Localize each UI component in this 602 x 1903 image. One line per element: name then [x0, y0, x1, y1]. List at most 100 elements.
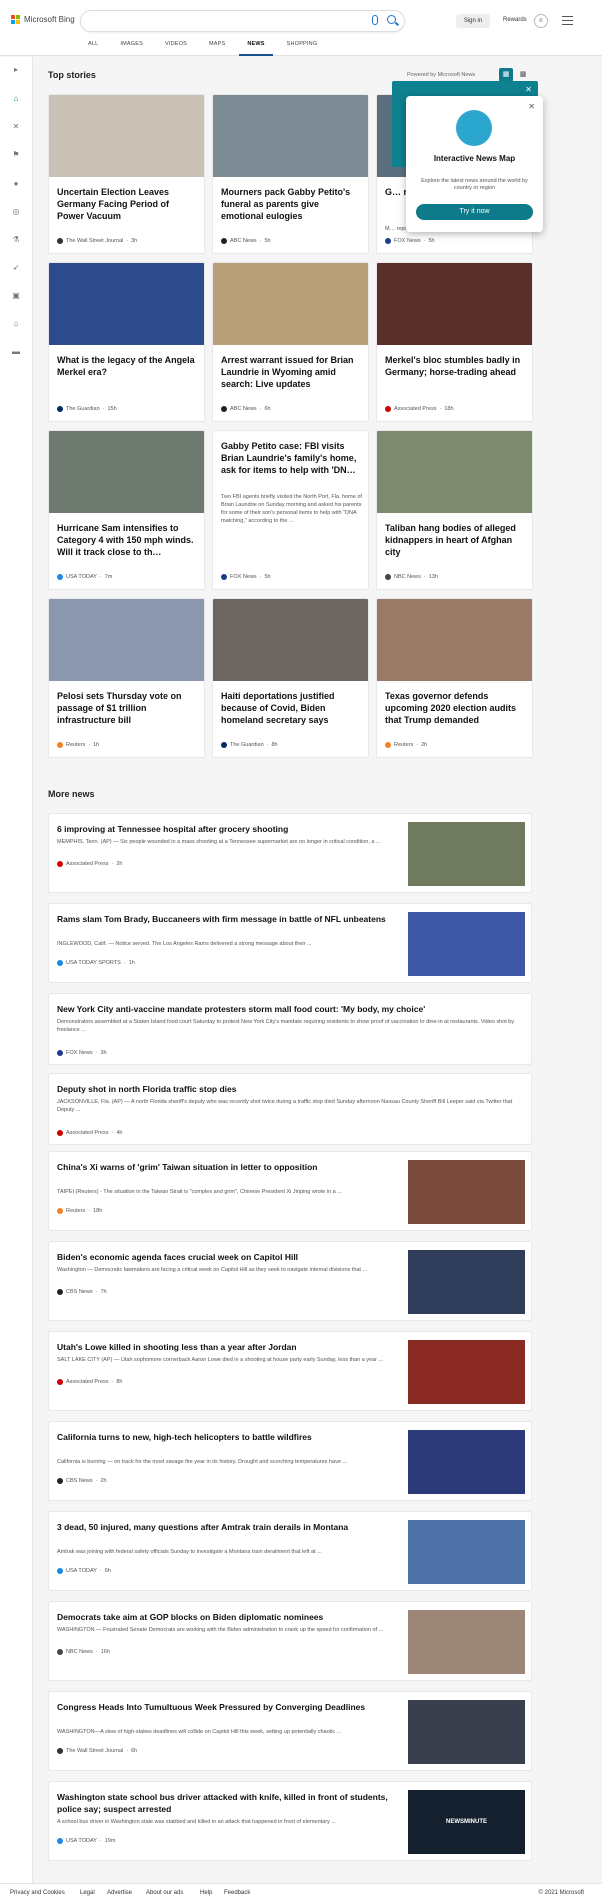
more-news-item[interactable]: Biden's economic agenda faces crucial we…	[48, 1241, 532, 1321]
more-news-item[interactable]: Washington state school bus driver attac…	[48, 1781, 532, 1861]
home-icon[interactable]: ⌂	[11, 94, 21, 104]
news-card-image[interactable]	[213, 95, 368, 177]
news-card-title[interactable]: Uncertain Election Leaves Germany Facing…	[57, 186, 198, 222]
more-news-item[interactable]: New York City anti-vaccine mandate prote…	[48, 993, 532, 1065]
news-card-title[interactable]: Texas governor defends upcoming 2020 ele…	[385, 690, 526, 726]
more-news-thumbnail[interactable]	[408, 912, 525, 976]
news-card-image[interactable]	[49, 95, 204, 177]
news-card-image[interactable]	[377, 431, 532, 513]
news-card[interactable]: What is the legacy of the Angela Merkel …	[48, 262, 205, 422]
close-icon[interactable]: ✕	[525, 85, 532, 94]
more-news-thumbnail[interactable]	[408, 822, 525, 886]
more-news-title[interactable]: Washington state school bus driver attac…	[57, 1791, 397, 1815]
rocket-icon[interactable]: ➶	[11, 263, 21, 273]
footer-link-help[interactable]: Help	[200, 1890, 212, 1896]
search-input[interactable]	[80, 10, 405, 32]
close-icon[interactable]: ✕	[528, 102, 535, 111]
news-card-title[interactable]: Merkel's bloc stumbles badly in Germany;…	[385, 354, 526, 378]
news-card[interactable]: Taliban hang bodies of alleged kidnapper…	[376, 430, 533, 590]
news-card-title[interactable]: Mourners pack Gabby Petito's funeral as …	[221, 186, 362, 222]
news-card-image[interactable]	[49, 431, 204, 513]
more-news-item[interactable]: Congress Heads Into Tumultuous Week Pres…	[48, 1691, 532, 1771]
news-card[interactable]: Merkel's bloc stumbles badly in Germany;…	[376, 262, 533, 422]
more-news-thumbnail[interactable]	[408, 1250, 525, 1314]
news-card-title[interactable]: Taliban hang bodies of alleged kidnapper…	[385, 522, 526, 558]
footer-link-advertise[interactable]: Advertise	[107, 1890, 132, 1896]
money-icon[interactable]: ▬	[11, 347, 21, 357]
technology-icon[interactable]: ✕	[11, 122, 21, 132]
grid-view-icon[interactable]: ▦	[499, 68, 513, 82]
news-card[interactable]: Pelosi sets Thursday vote on passage of …	[48, 598, 205, 758]
more-news-title[interactable]: Rams slam Tom Brady, Buccaneers with fir…	[57, 913, 397, 925]
expand-sidebar-icon[interactable]: ▸	[11, 65, 21, 75]
more-news-title[interactable]: Utah's Lowe killed in shooting less than…	[57, 1341, 397, 1353]
tab-videos[interactable]: VIDEOS	[157, 40, 195, 56]
news-card-title[interactable]: What is the legacy of the Angela Merkel …	[57, 354, 198, 378]
entertainment-icon[interactable]: ▣	[11, 291, 21, 301]
footer-link-privacy[interactable]: Privacy and Cookies	[10, 1890, 65, 1896]
tab-news[interactable]: NEWS	[239, 40, 273, 56]
tab-all[interactable]: ALL	[80, 40, 106, 56]
tab-images[interactable]: IMAGES	[112, 40, 151, 56]
more-news-item[interactable]: 6 improving at Tennessee hospital after …	[48, 813, 532, 893]
tab-maps[interactable]: MAPS	[201, 40, 233, 56]
more-news-item[interactable]: Rams slam Tom Brady, Buccaneers with fir…	[48, 903, 532, 983]
more-news-thumbnail[interactable]: NEWSMINUTE	[408, 1790, 525, 1854]
news-card-title[interactable]: Haiti deportations justified because of …	[221, 690, 362, 726]
map-view-icon[interactable]: ▩	[516, 68, 530, 82]
more-news-title[interactable]: California turns to new, high-tech helic…	[57, 1431, 397, 1443]
news-card-image[interactable]	[213, 263, 368, 345]
news-card-image[interactable]	[213, 599, 368, 681]
news-card[interactable]: Texas governor defends upcoming 2020 ele…	[376, 598, 533, 758]
more-news-thumbnail[interactable]	[408, 1700, 525, 1764]
footer-link-feedback[interactable]: Feedback	[224, 1890, 250, 1896]
more-news-title[interactable]: 6 improving at Tennessee hospital after …	[57, 823, 397, 835]
more-news-thumbnail[interactable]	[408, 1160, 525, 1224]
more-news-item[interactable]: California turns to new, high-tech helic…	[48, 1421, 532, 1501]
news-card-image[interactable]	[377, 599, 532, 681]
hamburger-menu-icon[interactable]	[562, 16, 573, 27]
more-news-item[interactable]: China's Xi warns of 'grim' Taiwan situat…	[48, 1151, 532, 1231]
tab-shopping[interactable]: SHOPPING	[279, 40, 326, 56]
more-news-title[interactable]: Biden's economic agenda faces crucial we…	[57, 1251, 397, 1263]
more-news-thumbnail[interactable]	[408, 1340, 525, 1404]
news-card[interactable]: Arrest warrant issued for Brian Laundrie…	[212, 262, 369, 422]
location-pin-icon[interactable]: ●	[11, 179, 21, 189]
more-news-title[interactable]: Democrats take aim at GOP blocks on Bide…	[57, 1611, 397, 1623]
bing-logo[interactable]: Microsoft Bing	[11, 15, 75, 24]
news-card-image[interactable]	[377, 263, 532, 345]
more-news-thumbnail[interactable]	[408, 1430, 525, 1494]
microphone-icon[interactable]	[372, 15, 378, 25]
more-news-item[interactable]: Deputy shot in north Florida traffic sto…	[48, 1073, 532, 1145]
rewards-link[interactable]: Rewards	[503, 17, 527, 23]
globe-icon[interactable]: ◎	[11, 207, 21, 217]
flag-icon[interactable]: ⚑	[11, 150, 21, 160]
news-card[interactable]: Uncertain Election Leaves Germany Facing…	[48, 94, 205, 254]
more-news-thumbnail[interactable]	[408, 1520, 525, 1584]
news-card-image[interactable]	[49, 599, 204, 681]
politics-icon[interactable]: ⌂	[11, 319, 21, 329]
footer-link-about-ads[interactable]: About our ads	[146, 1890, 183, 1896]
news-card-title[interactable]: Arrest warrant issued for Brian Laundrie…	[221, 354, 362, 390]
news-card[interactable]: Mourners pack Gabby Petito's funeral as …	[212, 94, 369, 254]
more-news-title[interactable]: China's Xi warns of 'grim' Taiwan situat…	[57, 1161, 397, 1173]
more-news-title[interactable]: New York City anti-vaccine mandate prote…	[57, 1003, 525, 1015]
rewards-trophy-icon[interactable]: ♕	[534, 14, 548, 28]
news-card[interactable]: Gabby Petito case: FBI visits Brian Laun…	[212, 430, 369, 590]
more-news-thumbnail[interactable]	[408, 1610, 525, 1674]
news-card[interactable]: Haiti deportations justified because of …	[212, 598, 369, 758]
news-card[interactable]: Hurricane Sam intensifies to Category 4 …	[48, 430, 205, 590]
more-news-item[interactable]: 3 dead, 50 injured, many questions after…	[48, 1511, 532, 1591]
sign-in-button[interactable]: Sign in	[456, 14, 490, 28]
footer-link-legal[interactable]: Legal	[80, 1890, 95, 1896]
more-news-title[interactable]: 3 dead, 50 injured, many questions after…	[57, 1521, 397, 1533]
news-card-image[interactable]	[49, 263, 204, 345]
more-news-title[interactable]: Congress Heads Into Tumultuous Week Pres…	[57, 1701, 397, 1713]
science-icon[interactable]: ⚗	[11, 235, 21, 245]
more-news-title[interactable]: Deputy shot in north Florida traffic sto…	[57, 1083, 525, 1095]
more-news-item[interactable]: Utah's Lowe killed in shooting less than…	[48, 1331, 532, 1411]
try-it-now-button[interactable]: Try it now	[416, 204, 533, 220]
news-card-title[interactable]: Gabby Petito case: FBI visits Brian Laun…	[221, 440, 362, 476]
news-card-title[interactable]: Pelosi sets Thursday vote on passage of …	[57, 690, 198, 726]
more-news-item[interactable]: Democrats take aim at GOP blocks on Bide…	[48, 1601, 532, 1681]
